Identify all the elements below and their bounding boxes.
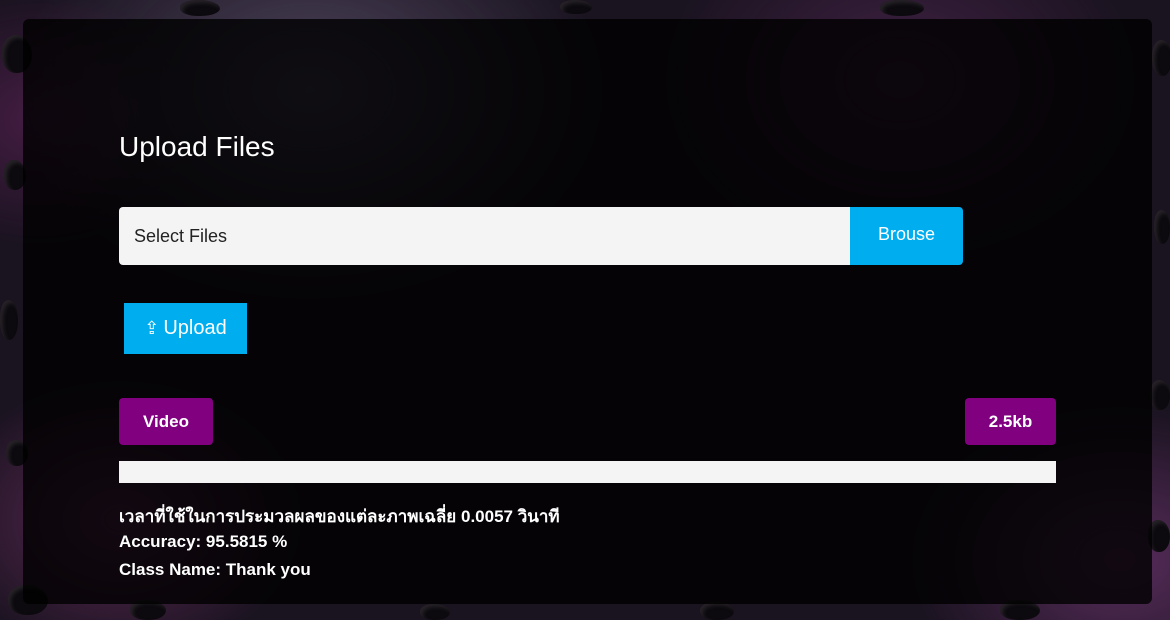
file-type-badge: Video: [119, 398, 213, 445]
upload-progress-fill: [119, 461, 1056, 483]
accuracy-text: Accuracy: 95.5815 %: [119, 532, 288, 551]
file-size-badge: 2.5kb: [965, 398, 1056, 445]
file-select-input[interactable]: Select Files: [119, 207, 850, 265]
upload-icon: ⇪: [144, 318, 160, 338]
browse-button[interactable]: Brouse: [850, 207, 963, 265]
upload-button-label: Upload: [163, 317, 227, 339]
upload-panel: Upload Files Select Files Brouse ⇪ Uploa…: [23, 19, 1152, 604]
page-title: Upload Files: [119, 131, 275, 162]
class-name-text: Class Name: Thank you: [119, 560, 311, 579]
upload-progress-bar: [119, 461, 1056, 483]
file-select-placeholder: Select Files: [134, 225, 228, 246]
processing-time-text: เวลาที่ใช้ในการประมวลผลของแต่ละภาพเฉลี่ย…: [119, 507, 560, 526]
upload-button[interactable]: ⇪ Upload: [124, 303, 247, 354]
file-picker: Select Files Brouse: [119, 207, 963, 265]
